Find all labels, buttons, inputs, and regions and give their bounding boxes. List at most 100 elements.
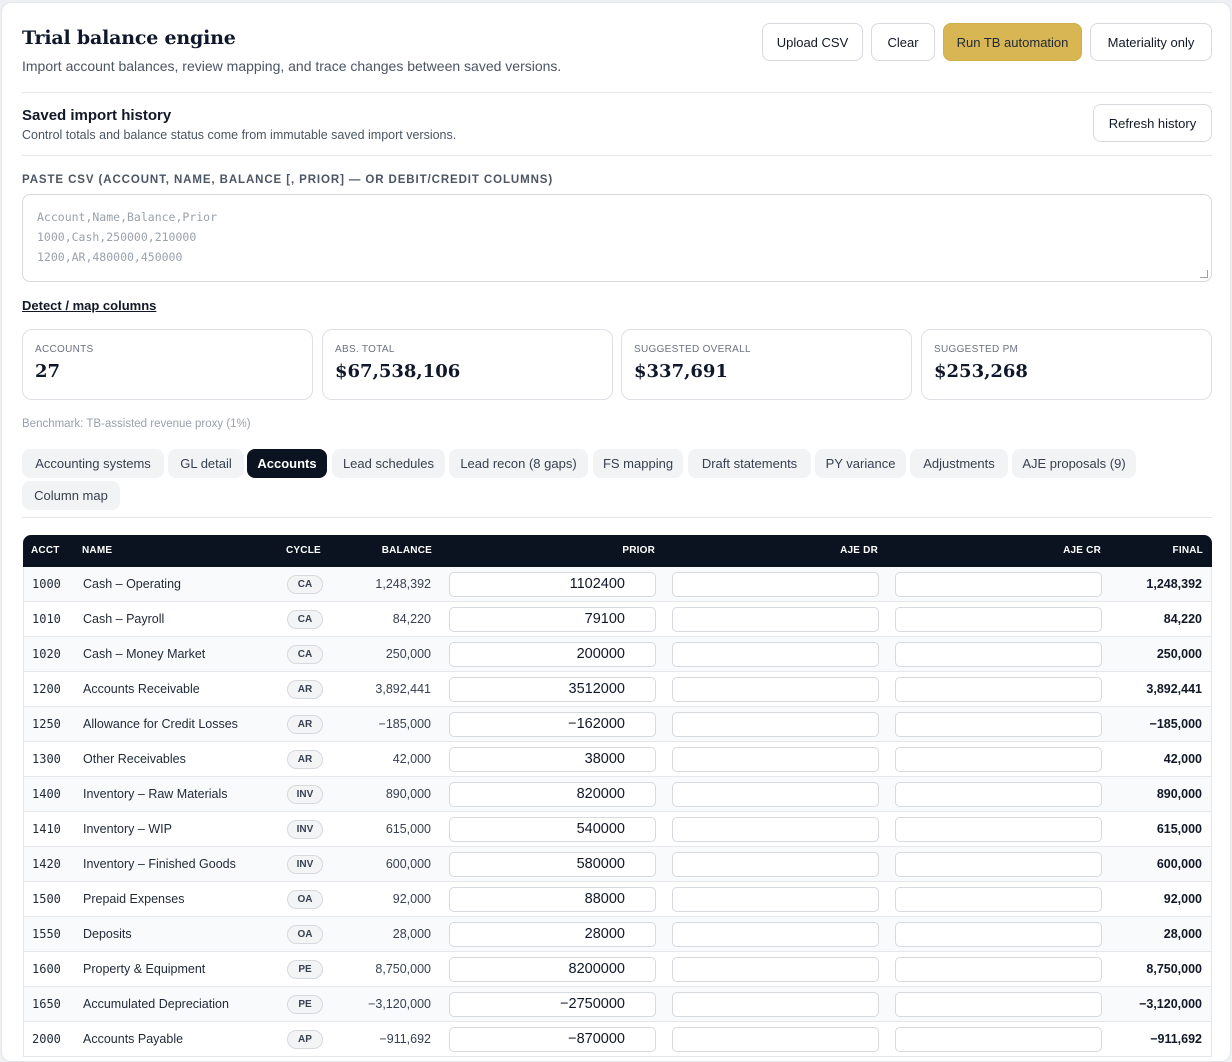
aje-dr-input[interactable] xyxy=(672,712,879,737)
acct-number: 1200 xyxy=(32,682,61,696)
table-row: 1420 Inventory – Finished Goods INV 600,000… xyxy=(23,847,1212,882)
tab-column-map[interactable]: Column map xyxy=(22,481,120,510)
final-value: 42,000 xyxy=(1163,752,1202,766)
prior-input[interactable]: 88000 xyxy=(449,887,656,912)
acct-number: 2000 xyxy=(32,1032,61,1046)
aje-dr-input[interactable] xyxy=(672,957,879,982)
final-value: 84,220 xyxy=(1163,612,1202,626)
table-header: ACCT NAME CYCLE BALANCE PRIOR AJE DR AJE… xyxy=(23,535,1212,567)
aje-dr-input[interactable] xyxy=(672,677,879,702)
acct-number: 1250 xyxy=(32,717,61,731)
aje-dr-input[interactable] xyxy=(672,922,879,947)
account-name: Cash – Money Market xyxy=(83,647,206,661)
prior-input[interactable]: −162000 xyxy=(449,712,656,737)
divider xyxy=(22,517,1212,518)
aje-cr-input[interactable] xyxy=(895,817,1102,842)
prior-input[interactable]: 8200000 xyxy=(449,957,656,982)
balance-value: 3,892,441 xyxy=(375,682,431,696)
col-aje-dr: AJE DR xyxy=(840,545,878,556)
account-name: Prepaid Expenses xyxy=(83,892,185,906)
stat-value: 27 xyxy=(35,361,61,382)
aje-dr-input[interactable] xyxy=(672,1027,879,1052)
paste-csv-textarea[interactable]: Account,Name,Balance,Prior 1000,Cash,250… xyxy=(22,194,1212,282)
acct-number: 1600 xyxy=(32,962,61,976)
aje-cr-input[interactable] xyxy=(895,782,1102,807)
detect-map-columns-link[interactable]: Detect / map columns xyxy=(22,298,156,313)
prior-input[interactable]: 1102400 xyxy=(449,572,656,597)
tab-accounting-systems[interactable]: Accounting systems xyxy=(22,449,164,478)
final-value: −3,120,000 xyxy=(1139,997,1202,1011)
table-row: 1650 Accumulated Depreciation PE −3,120,000… xyxy=(23,987,1212,1022)
table-row: 1020 Cash – Money Market CA 250,000 200000 25… xyxy=(23,637,1212,672)
tab-fs-mapping[interactable]: FS mapping xyxy=(593,449,683,478)
refresh-history-button[interactable]: Refresh history xyxy=(1093,104,1212,142)
aje-cr-input[interactable] xyxy=(895,852,1102,877)
col-acct: ACCT xyxy=(31,545,60,556)
tab-adjustments[interactable]: Adjustments xyxy=(910,449,1008,478)
aje-dr-input[interactable] xyxy=(672,992,879,1017)
aje-cr-input[interactable] xyxy=(895,992,1102,1017)
acct-number: 1000 xyxy=(32,577,61,591)
paste-csv-label: PASTE CSV (ACCOUNT, NAME, BALANCE [, PRI… xyxy=(22,174,554,186)
run-tb-automation-button[interactable]: Run TB automation xyxy=(943,23,1082,61)
aje-cr-input[interactable] xyxy=(895,887,1102,912)
balance-value: −3,120,000 xyxy=(368,997,431,1011)
tab-py-variance[interactable]: PY variance xyxy=(815,449,906,478)
final-value: 615,000 xyxy=(1156,822,1202,836)
col-name: NAME xyxy=(82,545,113,556)
tab-gl-detail[interactable]: GL detail xyxy=(168,449,244,478)
tab-accounts[interactable]: Accounts xyxy=(247,449,327,478)
cycle-badge: INV xyxy=(287,820,323,839)
aje-dr-input[interactable] xyxy=(672,642,879,667)
col-cycle: CYCLE xyxy=(286,545,321,556)
prior-input[interactable]: 580000 xyxy=(449,852,656,877)
prior-input[interactable]: 200000 xyxy=(449,642,656,667)
tab-lead-recon[interactable]: Lead recon (8 gaps) xyxy=(449,449,588,478)
upload-csv-button[interactable]: Upload CSV xyxy=(762,23,863,61)
aje-cr-input[interactable] xyxy=(895,607,1102,632)
prior-input[interactable]: −2750000 xyxy=(449,992,656,1017)
table-row: 1550 Deposits OA 28,000 28000 28,000 xyxy=(23,917,1212,952)
aje-dr-input[interactable] xyxy=(672,572,879,597)
tab-aje-proposals[interactable]: AJE proposals (9) xyxy=(1012,449,1136,478)
stat-caption: SUGGESTED PM xyxy=(934,344,1019,355)
aje-cr-input[interactable] xyxy=(895,957,1102,982)
table-row: 1400 Inventory – Raw Materials INV 890,000 8… xyxy=(23,777,1212,812)
prior-input[interactable]: 540000 xyxy=(449,817,656,842)
aje-cr-input[interactable] xyxy=(895,677,1102,702)
aje-cr-input[interactable] xyxy=(895,642,1102,667)
aje-cr-input[interactable] xyxy=(895,922,1102,947)
prior-input[interactable]: 79100 xyxy=(449,607,656,632)
clear-button[interactable]: Clear xyxy=(871,23,935,61)
benchmark-note: Benchmark: TB-assisted revenue proxy (1%… xyxy=(22,418,251,430)
cycle-badge: OA xyxy=(287,925,323,944)
prior-input[interactable]: 38000 xyxy=(449,747,656,772)
account-name: Deposits xyxy=(83,927,132,941)
prior-input[interactable]: −870000 xyxy=(449,1027,656,1052)
account-name: Allowance for Credit Losses xyxy=(83,717,238,731)
acct-number: 1400 xyxy=(32,787,61,801)
prior-input[interactable]: 820000 xyxy=(449,782,656,807)
aje-cr-input[interactable] xyxy=(895,747,1102,772)
tab-draft-statements[interactable]: Draft statements xyxy=(688,449,811,478)
aje-dr-input[interactable] xyxy=(672,852,879,877)
acct-number: 1410 xyxy=(32,822,61,836)
aje-cr-input[interactable] xyxy=(895,712,1102,737)
materiality-only-button[interactable]: Materiality only xyxy=(1090,23,1212,61)
account-name: Inventory – WIP xyxy=(83,822,172,836)
aje-dr-input[interactable] xyxy=(672,887,879,912)
aje-dr-input[interactable] xyxy=(672,607,879,632)
cycle-badge: PE xyxy=(287,960,323,979)
stat-suggested-pm: SUGGESTED PM $253,268 xyxy=(921,329,1212,400)
aje-dr-input[interactable] xyxy=(672,817,879,842)
prior-input[interactable]: 3512000 xyxy=(449,677,656,702)
history-subtitle: Control totals and balance status come f… xyxy=(22,128,457,142)
aje-dr-input[interactable] xyxy=(672,747,879,772)
aje-cr-input[interactable] xyxy=(895,1027,1102,1052)
col-final: FINAL xyxy=(1172,545,1203,556)
resize-handle-icon[interactable] xyxy=(1200,270,1208,278)
aje-cr-input[interactable] xyxy=(895,572,1102,597)
aje-dr-input[interactable] xyxy=(672,782,879,807)
prior-input[interactable]: 28000 xyxy=(449,922,656,947)
tab-lead-schedules[interactable]: Lead schedules xyxy=(332,449,445,478)
